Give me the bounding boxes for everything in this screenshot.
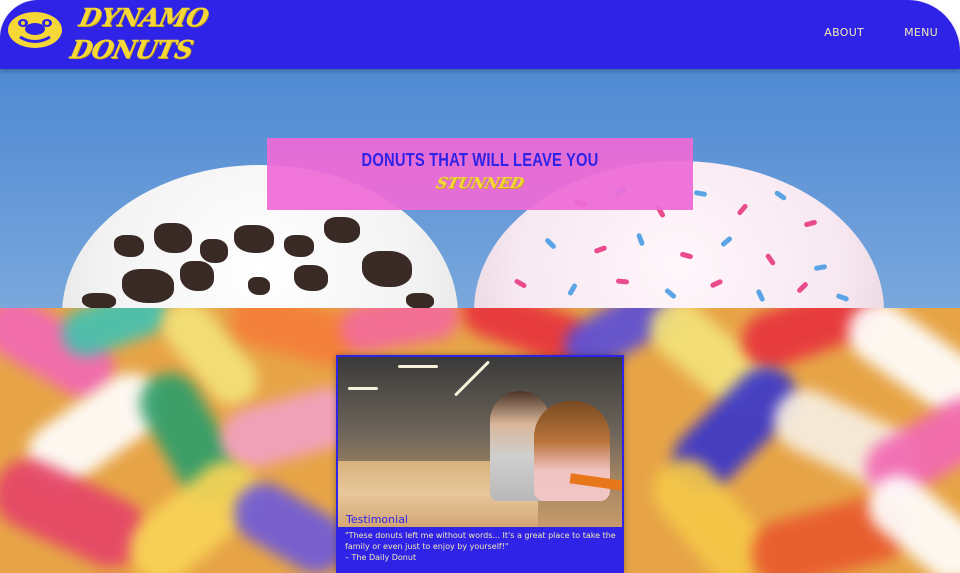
hero-emphasis: STUNNED [434,174,526,192]
nav-about-link[interactable]: ABOUT [824,26,864,39]
sprinkles-background-section: Testimonial "These donuts left me withou… [0,308,960,573]
hero-section: DONUTS THAT WILL LEAVE YOU STUNNED [0,69,960,308]
hero-headline: DONUTS THAT WILL LEAVE YOU [361,150,599,170]
family-bakery-photo [338,357,622,527]
nav-menu-link[interactable]: MENU [904,26,938,39]
testimonial-quote: "These donuts left me without words... I… [345,531,616,551]
brand-line-1: DYNAMO [76,3,211,32]
hero-banner: DONUTS THAT WILL LEAVE YOU STUNNED [267,138,693,210]
brand-line-2: DONUTS [67,35,196,64]
testimonial-source: – The Daily Donut [345,553,417,562]
brand-logo-text[interactable]: DYNAMO DONUTS [65,2,211,66]
nav-links: ABOUT MENU [824,26,938,39]
testimonial-title: Testimonial [346,513,408,526]
testimonial-card: Testimonial "These donuts left me withou… [336,355,624,573]
donut-logo-icon[interactable] [6,8,64,50]
site-header: DYNAMO DONUTS ABOUT MENU [0,0,960,69]
testimonial-quote-block: "These donuts left me without words... I… [345,530,617,563]
